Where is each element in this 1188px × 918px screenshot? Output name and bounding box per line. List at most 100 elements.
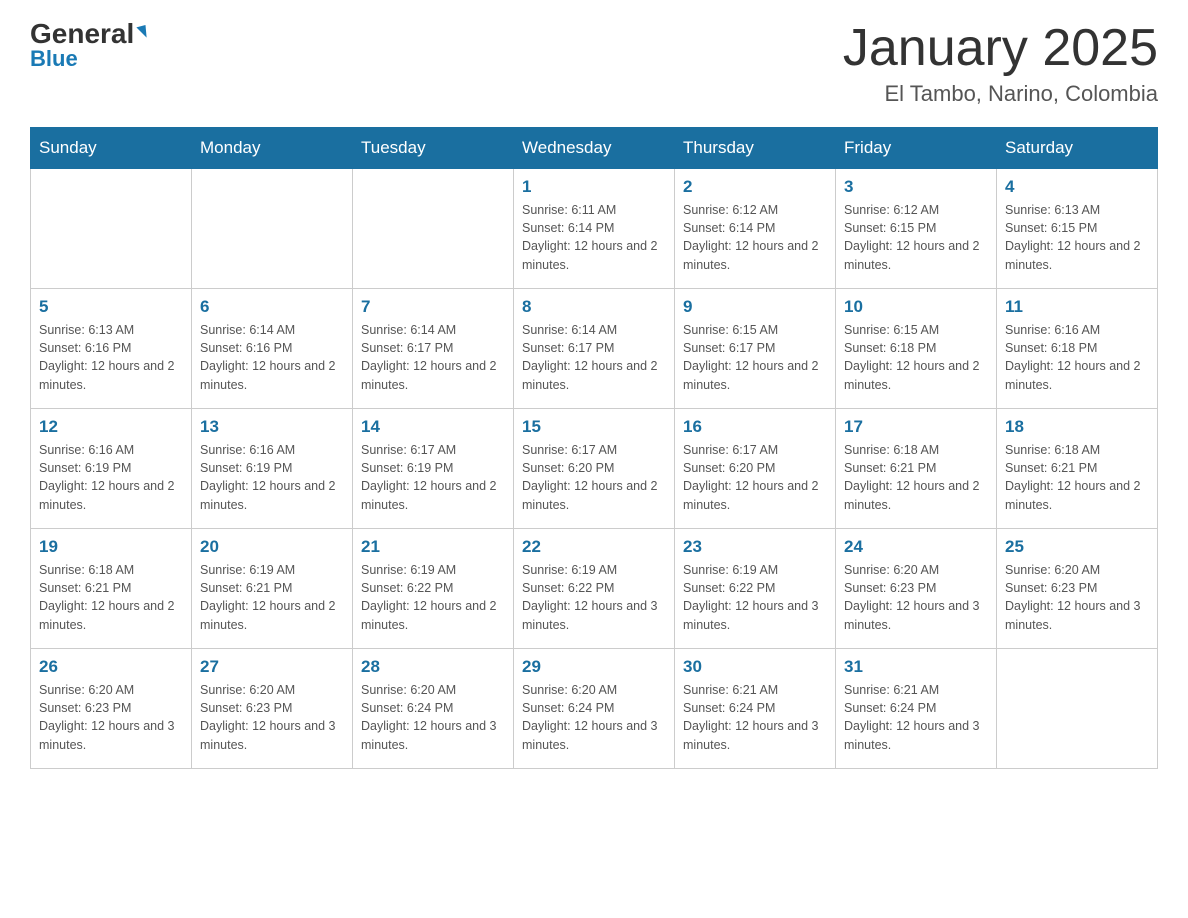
calendar-cell: 31 Sunrise: 6:21 AMSunset: 6:24 PMDayligh… [836,649,997,769]
calendar-table: SundayMondayTuesdayWednesdayThursdayFrid… [30,127,1158,769]
calendar-week-row: 19Sunrise: 6:18 AMSunset: 6:21 PMDayligh… [31,529,1158,649]
day-info: Sunrise: 6:16 AMSunset: 6:19 PMDaylight:… [39,441,183,514]
day-info: Sunrise: 6:21 AMSunset: 6:24 PMDaylight:… [844,681,988,754]
day-header-wednesday: Wednesday [514,128,675,169]
day-info: Sunrise: 6:18 AMSunset: 6:21 PMDaylight:… [39,561,183,634]
calendar-cell: 19Sunrise: 6:18 AMSunset: 6:21 PMDayligh… [31,529,192,649]
day-header-monday: Monday [192,128,353,169]
calendar-cell: 27 Sunrise: 6:20 AMSunset: 6:23 PMDayligh… [192,649,353,769]
calendar-cell: 4 Sunrise: 6:13 AMSunset: 6:15 PMDaylight… [997,169,1158,289]
day-info: Sunrise: 6:16 AMSunset: 6:19 PMDaylight:… [200,441,344,514]
day-number: 27 [200,657,344,677]
calendar-week-row: 26Sunrise: 6:20 AMSunset: 6:23 PMDayligh… [31,649,1158,769]
day-info: Sunrise: 6:20 AMSunset: 6:23 PMDaylight:… [39,681,183,754]
day-number: 24 [844,537,988,557]
calendar-cell: 18 Sunrise: 6:18 AMSunset: 6:21 PMDayligh… [997,409,1158,529]
day-info: Sunrise: 6:14 AMSunset: 6:17 PMDaylight:… [522,321,666,394]
day-header-sunday: Sunday [31,128,192,169]
calendar-cell: 9Sunrise: 6:15 AMSunset: 6:17 PMDaylight… [675,289,836,409]
day-number: 20 [200,537,344,557]
day-info: Sunrise: 6:13 AMSunset: 6:16 PMDaylight:… [39,321,183,394]
day-info: Sunrise: 6:20 AMSunset: 6:24 PMDaylight:… [361,681,505,754]
day-number: 31 [844,657,988,677]
calendar-cell: 13 Sunrise: 6:16 AMSunset: 6:19 PMDayligh… [192,409,353,529]
title-block: January 2025 El Tambo, Narino, Colombia [843,20,1158,107]
calendar-cell [353,169,514,289]
calendar-cell: 7 Sunrise: 6:14 AMSunset: 6:17 PMDaylight… [353,289,514,409]
day-number: 9 [683,297,827,317]
calendar-week-row: 5 Sunrise: 6:13 AMSunset: 6:16 PMDaylight… [31,289,1158,409]
day-number: 30 [683,657,827,677]
day-number: 6 [200,297,344,317]
day-number: 17 [844,417,988,437]
day-number: 2 [683,177,827,197]
day-info: Sunrise: 6:14 AMSunset: 6:17 PMDaylight:… [361,321,505,394]
day-number: 21 [361,537,505,557]
day-info: Sunrise: 6:19 AMSunset: 6:22 PMDaylight:… [361,561,505,634]
calendar-cell: 5 Sunrise: 6:13 AMSunset: 6:16 PMDaylight… [31,289,192,409]
calendar-cell: 16Sunrise: 6:17 AMSunset: 6:20 PMDayligh… [675,409,836,529]
day-header-thursday: Thursday [675,128,836,169]
calendar-header-row: SundayMondayTuesdayWednesdayThursdayFrid… [31,128,1158,169]
day-number: 7 [361,297,505,317]
day-info: Sunrise: 6:20 AMSunset: 6:23 PMDaylight:… [200,681,344,754]
calendar-cell: 3 Sunrise: 6:12 AMSunset: 6:15 PMDaylight… [836,169,997,289]
calendar-cell: 20 Sunrise: 6:19 AMSunset: 6:21 PMDayligh… [192,529,353,649]
calendar-cell: 22 Sunrise: 6:19 AMSunset: 6:22 PMDayligh… [514,529,675,649]
day-info: Sunrise: 6:12 AMSunset: 6:14 PMDaylight:… [683,201,827,274]
day-number: 11 [1005,297,1149,317]
calendar-cell: 8 Sunrise: 6:14 AMSunset: 6:17 PMDaylight… [514,289,675,409]
day-info: Sunrise: 6:18 AMSunset: 6:21 PMDaylight:… [1005,441,1149,514]
calendar-subtitle: El Tambo, Narino, Colombia [843,81,1158,107]
day-info: Sunrise: 6:18 AMSunset: 6:21 PMDaylight:… [844,441,988,514]
day-number: 23 [683,537,827,557]
day-info: Sunrise: 6:19 AMSunset: 6:22 PMDaylight:… [683,561,827,634]
calendar-cell: 14 Sunrise: 6:17 AMSunset: 6:19 PMDayligh… [353,409,514,529]
day-number: 29 [522,657,666,677]
logo-blue-text: Blue [30,46,78,72]
day-number: 5 [39,297,183,317]
day-number: 3 [844,177,988,197]
day-number: 4 [1005,177,1149,197]
day-number: 14 [361,417,505,437]
day-header-friday: Friday [836,128,997,169]
logo-arrow-icon [137,25,147,40]
day-info: Sunrise: 6:16 AMSunset: 6:18 PMDaylight:… [1005,321,1149,394]
day-number: 22 [522,537,666,557]
day-number: 15 [522,417,666,437]
day-number: 8 [522,297,666,317]
day-header-saturday: Saturday [997,128,1158,169]
calendar-cell: 15 Sunrise: 6:17 AMSunset: 6:20 PMDayligh… [514,409,675,529]
calendar-cell: 21 Sunrise: 6:19 AMSunset: 6:22 PMDayligh… [353,529,514,649]
calendar-cell: 25Sunrise: 6:20 AMSunset: 6:23 PMDayligh… [997,529,1158,649]
day-number: 1 [522,177,666,197]
calendar-cell [31,169,192,289]
day-info: Sunrise: 6:20 AMSunset: 6:24 PMDaylight:… [522,681,666,754]
day-number: 13 [200,417,344,437]
day-info: Sunrise: 6:13 AMSunset: 6:15 PMDaylight:… [1005,201,1149,274]
calendar-cell: 28Sunrise: 6:20 AMSunset: 6:24 PMDayligh… [353,649,514,769]
day-info: Sunrise: 6:15 AMSunset: 6:18 PMDaylight:… [844,321,988,394]
calendar-cell: 2 Sunrise: 6:12 AMSunset: 6:14 PMDaylight… [675,169,836,289]
day-info: Sunrise: 6:17 AMSunset: 6:20 PMDaylight:… [522,441,666,514]
calendar-cell: 26Sunrise: 6:20 AMSunset: 6:23 PMDayligh… [31,649,192,769]
calendar-cell [997,649,1158,769]
day-number: 12 [39,417,183,437]
day-info: Sunrise: 6:20 AMSunset: 6:23 PMDaylight:… [844,561,988,634]
calendar-cell: 29 Sunrise: 6:20 AMSunset: 6:24 PMDayligh… [514,649,675,769]
calendar-cell: 1Sunrise: 6:11 AMSunset: 6:14 PMDaylight… [514,169,675,289]
day-info: Sunrise: 6:12 AMSunset: 6:15 PMDaylight:… [844,201,988,274]
day-info: Sunrise: 6:19 AMSunset: 6:21 PMDaylight:… [200,561,344,634]
logo: General Blue [30,20,146,72]
day-info: Sunrise: 6:19 AMSunset: 6:22 PMDaylight:… [522,561,666,634]
calendar-week-row: 12 Sunrise: 6:16 AMSunset: 6:19 PMDayligh… [31,409,1158,529]
day-info: Sunrise: 6:21 AMSunset: 6:24 PMDaylight:… [683,681,827,754]
page-header: General Blue January 2025 El Tambo, Nari… [30,20,1158,107]
calendar-title: January 2025 [843,20,1158,77]
day-number: 18 [1005,417,1149,437]
day-info: Sunrise: 6:20 AMSunset: 6:23 PMDaylight:… [1005,561,1149,634]
day-info: Sunrise: 6:14 AMSunset: 6:16 PMDaylight:… [200,321,344,394]
day-number: 16 [683,417,827,437]
day-info: Sunrise: 6:17 AMSunset: 6:19 PMDaylight:… [361,441,505,514]
calendar-week-row: 1Sunrise: 6:11 AMSunset: 6:14 PMDaylight… [31,169,1158,289]
